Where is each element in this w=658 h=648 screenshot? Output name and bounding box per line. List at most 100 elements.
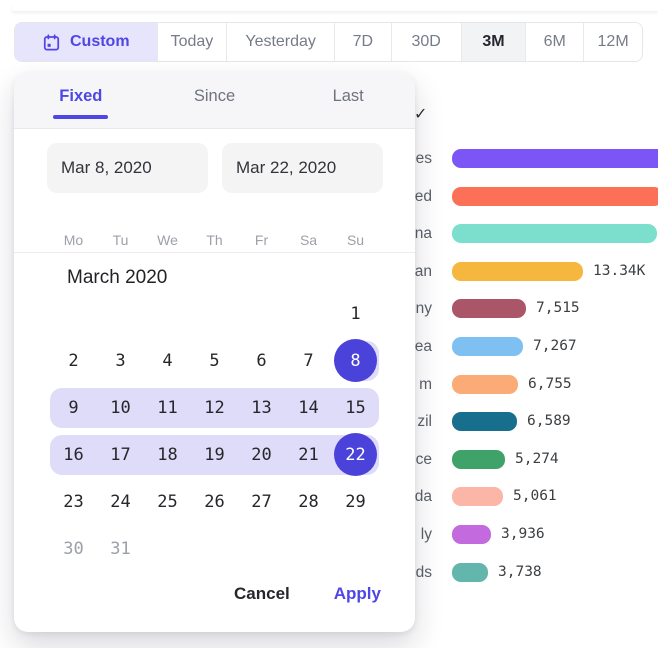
toolbar-item-30d[interactable]: 30D [392,23,462,61]
calendar-day-muted: 30 [50,525,97,572]
country-bar[interactable] [452,450,505,469]
country-bar[interactable] [452,563,488,582]
country-bar[interactable] [452,224,657,243]
calendar-day[interactable]: 2 [50,337,97,384]
month-title: March 2020 [67,265,167,291]
calendar-day[interactable]: 9 [50,384,97,431]
bar-value: 6,755 [528,375,572,394]
weekday-label: Th [191,227,238,253]
tab-since[interactable]: Since [148,87,282,106]
bar-value: 5,274 [515,450,559,469]
toolbar-item-label: 30D [412,33,441,51]
weekday-label: Tu [97,227,144,253]
toolbar-item-12m[interactable]: 12M [584,23,642,61]
country-bar[interactable] [452,262,583,281]
toolbar-item-label: 6M [544,33,566,51]
calendar-day[interactable]: 6 [238,337,285,384]
calendar-day[interactable]: 12 [191,384,238,431]
apply-button[interactable]: Apply [334,584,381,604]
calendar-cell-empty [285,525,332,572]
cancel-button[interactable]: Cancel [234,584,290,604]
calendar-day[interactable]: 21 [285,431,332,478]
country-bar[interactable] [452,487,503,506]
calendar-day[interactable]: 26 [191,478,238,525]
calendar-day[interactable]: 11 [144,384,191,431]
calendar-day-muted: 31 [97,525,144,572]
country-bar[interactable] [452,149,658,168]
active-tab-indicator [53,115,108,119]
toolbar-item-label: 7D [353,33,373,51]
weekday-header: MoTuWeThFrSaSu [50,227,379,253]
calendar-row: 16171819202122 [50,431,379,478]
toolbar-item-today[interactable]: Today [158,23,228,61]
calendar-row: 2345678 [50,337,379,384]
selected-day-circle: 8 [334,339,377,382]
calendar-day[interactable]: 19 [191,431,238,478]
calendar-grid: 1234567891011121314151617181920212223242… [50,290,379,572]
calendar-day[interactable]: 18 [144,431,191,478]
weekday-label: We [144,227,191,253]
toolbar-item-label: Yesterday [245,33,316,51]
tab-last[interactable]: Last [281,87,415,106]
calendar-cell-empty [191,290,238,337]
country-bar[interactable] [452,412,517,431]
end-date-field[interactable]: Mar 22, 2020 [222,143,383,193]
selected-day-circle: 22 [334,433,377,476]
calendar-day[interactable]: 24 [97,478,144,525]
country-bar[interactable] [452,375,518,394]
date-range-toolbar: CustomToday Yesterday 7D 30D 3M 6M 12M [14,22,643,62]
calendar-cell-empty [238,290,285,337]
calendar-day[interactable]: 27 [238,478,285,525]
bar-value: 3,738 [498,563,542,582]
country-bar[interactable] [452,299,526,318]
calendar-day[interactable]: 4 [144,337,191,384]
bar-value: 3,936 [501,525,545,544]
calendar-day[interactable]: 29 [332,478,379,525]
calendar-day[interactable]: 13 [238,384,285,431]
calendar-cell-empty [50,290,97,337]
country-bar[interactable] [452,187,658,206]
datepicker-tabs: Fixed Since Last [14,72,415,129]
calendar-day[interactable]: 14 [285,384,332,431]
calendar-day[interactable]: 17 [97,431,144,478]
bar-value: 7,267 [533,337,577,356]
weekday-label: Su [332,227,379,253]
calendar-day[interactable]: 5 [191,337,238,384]
calendar-day[interactable]: 7 [285,337,332,384]
calendar-cell-empty [285,290,332,337]
datepicker-actions: Cancel Apply [234,584,381,604]
bar-value: 5,061 [513,487,557,506]
toolbar-item-custom[interactable]: Custom [15,23,158,61]
calendar-day[interactable]: 25 [144,478,191,525]
bar-value: 6,589 [527,412,571,431]
weekday-label: Sa [285,227,332,253]
calendar-day-selected[interactable]: 8 [332,337,379,384]
calendar-day[interactable]: 3 [97,337,144,384]
calendar-row: 3031 [50,525,379,572]
toolbar-item-3m[interactable]: 3M [462,23,527,61]
toolbar-item-7d[interactable]: 7D [335,23,392,61]
toolbar-item-yesterday[interactable]: Yesterday [227,23,335,61]
dashboard-screen: CustomTodayYesterday7D30D3M6M12M esednaa… [0,0,658,648]
calendar-day[interactable]: 16 [50,431,97,478]
calendar-row: 9101112131415 [50,384,379,431]
calendar-cell-empty [97,290,144,337]
checkmark-icon: ✓ [414,104,427,124]
top-card-edge [12,0,658,11]
calendar-cell-empty [144,525,191,572]
country-bar[interactable] [452,525,491,544]
calendar-day[interactable]: 15 [332,384,379,431]
calendar-day[interactable]: 1 [332,290,379,337]
calendar-cell-empty [144,290,191,337]
calendar-day[interactable]: 23 [50,478,97,525]
calendar-day[interactable]: 20 [238,431,285,478]
start-date-field[interactable]: Mar 8, 2020 [47,143,208,193]
weekday-label: Mo [50,227,97,253]
country-bar[interactable] [452,337,523,356]
calendar-day-selected[interactable]: 22 [332,431,379,478]
tab-fixed[interactable]: Fixed [14,87,148,106]
calendar-day[interactable]: 10 [97,384,144,431]
bar-value: 7,515 [536,299,580,318]
toolbar-item-6m[interactable]: 6M [526,23,584,61]
calendar-day[interactable]: 28 [285,478,332,525]
